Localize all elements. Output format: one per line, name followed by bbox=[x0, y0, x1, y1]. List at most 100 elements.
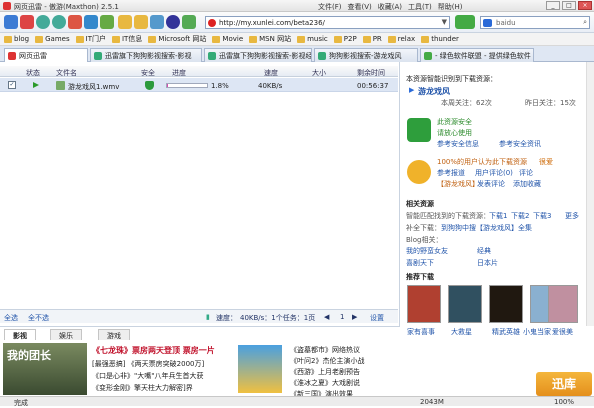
row-checkbox[interactable]: ✓ bbox=[8, 81, 16, 89]
poster-image[interactable] bbox=[548, 285, 578, 323]
blog-link[interactable]: 经典 bbox=[477, 246, 491, 256]
blog-link[interactable]: 日本片 bbox=[477, 258, 498, 268]
menu-file[interactable]: 文件(F) bbox=[318, 2, 342, 12]
stop-icon[interactable] bbox=[68, 15, 82, 29]
favorite-item[interactable]: music bbox=[295, 35, 330, 43]
back-icon[interactable] bbox=[36, 15, 50, 29]
add-favorite-link[interactable]: 添加收藏 bbox=[513, 179, 541, 189]
maximize-button[interactable]: □ bbox=[562, 1, 576, 10]
select-none-link[interactable]: 全不选 bbox=[28, 313, 49, 323]
search-icon[interactable]: ⌕ bbox=[583, 18, 587, 27]
zoom-level[interactable]: 100% bbox=[554, 398, 574, 406]
more-link[interactable]: 更多 bbox=[565, 211, 579, 221]
favorite-item[interactable]: Games bbox=[33, 35, 72, 43]
poster-caption[interactable]: 大救星 bbox=[451, 327, 472, 337]
download-link-1[interactable]: 下载1 bbox=[489, 211, 507, 221]
side-news-item[interactable]: 《西游》上月老剧预告 bbox=[290, 367, 360, 377]
safe-info-link[interactable]: 参考安全信息 bbox=[437, 139, 479, 149]
blog-link[interactable]: 喜剧天下 bbox=[406, 258, 434, 268]
blog-link[interactable]: 我的野蛮女友 bbox=[406, 246, 448, 256]
speed-value: 40KB/s：1个任务：1页 bbox=[240, 314, 316, 322]
home-icon[interactable] bbox=[100, 15, 114, 29]
news-item[interactable]: 《变形金刚》擎天柱大力解密]界 bbox=[92, 383, 193, 393]
feed-icon[interactable] bbox=[150, 15, 164, 29]
resource-title[interactable]: 游龙戏风 bbox=[418, 86, 450, 97]
col-time[interactable]: 剩余时间 bbox=[357, 68, 385, 78]
col-status[interactable]: 状态 bbox=[26, 68, 40, 78]
poster-caption[interactable]: 爱很美 bbox=[552, 327, 573, 337]
poster-caption[interactable]: 家有喜事 bbox=[407, 327, 435, 337]
menu-tools[interactable]: 工具(T) bbox=[408, 2, 432, 12]
forward-icon[interactable] bbox=[52, 15, 66, 29]
tab-greensoft[interactable]: - 绿色软件联盟 - 提供绿色软件 bbox=[420, 48, 534, 62]
menu-view[interactable]: 查看(V) bbox=[348, 2, 372, 12]
tab-games[interactable]: 游戏 bbox=[98, 329, 130, 340]
col-size[interactable]: 大小 bbox=[312, 68, 326, 78]
col-filename[interactable]: 文件名 bbox=[56, 68, 77, 78]
close-button[interactable]: × bbox=[578, 1, 592, 10]
side-news-item[interactable]: 《盗墓都市》网络热议 bbox=[290, 345, 360, 355]
scrollbar[interactable] bbox=[586, 62, 594, 326]
news-item[interactable]: [最强恶搞] 《两天票房突破2000万] bbox=[92, 359, 204, 369]
favorites-icon[interactable] bbox=[118, 15, 132, 29]
table-row[interactable]: ✓ 游龙戏风1.wmv 1.8% 40KB/s 00:56:37 bbox=[0, 78, 398, 92]
search-box[interactable]: baidu ⌕ bbox=[480, 16, 590, 29]
select-all-link[interactable]: 全选 bbox=[4, 313, 18, 323]
news-thumbnail[interactable] bbox=[238, 345, 282, 393]
side-news-item[interactable]: 《叶问2》杰伦主演小战 bbox=[290, 356, 364, 366]
address-bar[interactable]: http://my.xunlei.com/beta236/ ▼ bbox=[205, 16, 450, 29]
tab-gougou-3[interactable]: 狗狗影视搜索-游龙戏风 bbox=[314, 48, 418, 62]
poster-image[interactable] bbox=[448, 285, 482, 323]
tab-xunlei[interactable]: 网页迅雷 bbox=[4, 48, 88, 62]
history-icon[interactable] bbox=[166, 15, 180, 29]
favorite-item[interactable]: thunder bbox=[419, 35, 461, 43]
prev-page-icon[interactable]: ◀ bbox=[324, 313, 329, 321]
tab-gougou-2[interactable]: 迅雷旗下狗狗影视搜索-影视经 bbox=[204, 48, 312, 62]
post-comment-link[interactable]: 发表评论 bbox=[477, 179, 505, 189]
report-link[interactable]: 参考报道 bbox=[437, 168, 465, 178]
favorite-item[interactable]: blog bbox=[2, 35, 31, 43]
tab-movies[interactable]: 影视 bbox=[4, 329, 36, 340]
user-comments-link[interactable]: 用户评论(0) bbox=[475, 168, 513, 178]
favorite-item[interactable]: Movie bbox=[210, 35, 245, 43]
col-safety[interactable]: 安全 bbox=[141, 68, 155, 78]
favorite-item[interactable]: IT门户 bbox=[74, 34, 108, 44]
comment-link[interactable]: 评论 bbox=[519, 168, 533, 178]
folder-icon[interactable] bbox=[134, 15, 148, 29]
poster-image[interactable] bbox=[407, 285, 441, 323]
tab-entertainment[interactable]: 娱乐 bbox=[50, 329, 82, 340]
news-item[interactable]: 《口是心非》"大嘴"八年兵生首大获 bbox=[92, 371, 203, 381]
favorite-item[interactable]: relax bbox=[386, 35, 417, 43]
menu-help[interactable]: 帮助(H) bbox=[438, 2, 463, 12]
go-icon[interactable] bbox=[455, 15, 475, 29]
refresh-icon[interactable] bbox=[84, 15, 98, 29]
screenshot-icon[interactable] bbox=[182, 15, 196, 29]
close-tab-icon[interactable] bbox=[20, 15, 34, 29]
favorite-item[interactable]: P2P bbox=[332, 35, 359, 43]
settings-link[interactable]: 设置 bbox=[370, 313, 384, 323]
favorite-item[interactable]: Microsoft 网站 bbox=[146, 34, 208, 44]
favorite-item[interactable]: PR bbox=[361, 35, 384, 43]
safe-subtitle: 请放心使用 bbox=[437, 129, 472, 137]
favorite-item[interactable]: IT信息 bbox=[110, 34, 144, 44]
safe-news-link[interactable]: 参考安全资讯 bbox=[499, 139, 541, 149]
download-link-3[interactable]: 下载3 bbox=[533, 211, 551, 221]
headline[interactable]: 《七龙珠》票房两天登顶 票房一片 bbox=[92, 345, 215, 356]
poster-caption[interactable]: 精武英雄 bbox=[492, 327, 520, 337]
download-link-2[interactable]: 下载2 bbox=[511, 211, 529, 221]
poster-image[interactable] bbox=[489, 285, 523, 323]
chevron-down-icon[interactable]: ▼ bbox=[442, 18, 447, 26]
new-window-icon[interactable] bbox=[4, 15, 18, 29]
minimize-button[interactable]: _ bbox=[546, 1, 560, 10]
poster-caption[interactable]: 小鬼当家 bbox=[523, 327, 551, 337]
tab-gougou-1[interactable]: 迅雷旗下狗狗影视搜索-影视 bbox=[90, 48, 202, 62]
favorite-item[interactable]: MSN 网站 bbox=[247, 34, 293, 44]
col-speed[interactable]: 速度 bbox=[264, 68, 278, 78]
banner-image[interactable]: 我的团长 bbox=[3, 343, 87, 395]
side-news-item[interactable]: 《淮冰之夏》大戏剧说 bbox=[290, 378, 360, 388]
supplement-link[interactable]: 到狗狗中搜【游龙戏风】全集 bbox=[441, 223, 532, 233]
next-page-icon[interactable]: ▶ bbox=[352, 313, 357, 321]
col-progress[interactable]: 进度 bbox=[172, 68, 186, 78]
menu-favorites[interactable]: 收藏(A) bbox=[378, 2, 402, 12]
play-icon[interactable] bbox=[33, 82, 39, 88]
